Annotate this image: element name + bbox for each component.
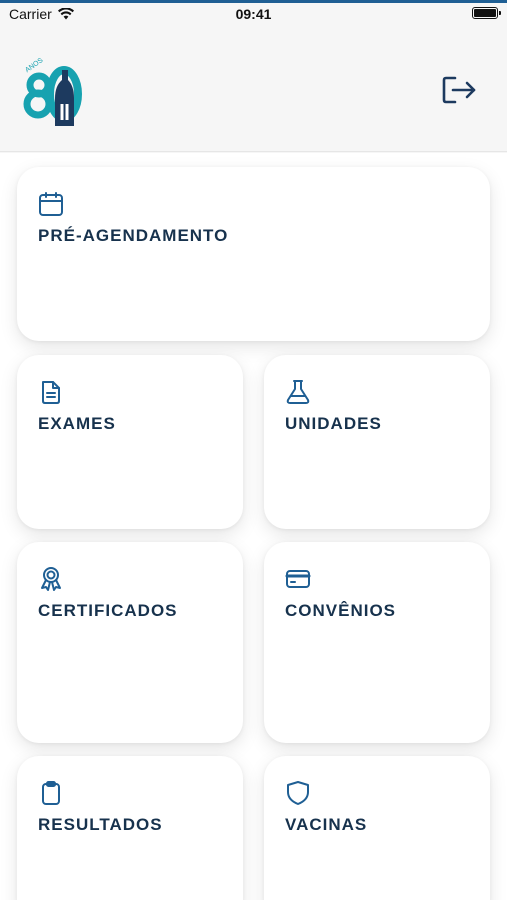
resultados-label: RESULTADOS (38, 815, 163, 834)
certificados-label: CERTIFICADOS (38, 601, 178, 620)
logo-anos-text: ANOS (24, 58, 45, 74)
clipboard-icon (42, 781, 60, 805)
battery-icon (472, 7, 501, 19)
exames-card[interactable]: EXAMES (17, 355, 243, 529)
calendar-icon (39, 192, 63, 216)
app-header: ANOS (0, 28, 507, 152)
convenios-card[interactable]: CONVÊNIOS (264, 542, 490, 743)
pre-agendamento-label: PRÉ-AGENDAMENTO (38, 226, 229, 245)
document-icon (42, 381, 60, 404)
convenios-label: CONVÊNIOS (285, 601, 397, 620)
vacinas-card[interactable]: VACINAS (264, 756, 490, 900)
resultados-card[interactable]: RESULTADOS (17, 756, 243, 900)
menu-grid: PRÉ-AGENDAMENTO EXAMES UNIDADES CERTIFIC… (0, 153, 507, 900)
credit-card-icon (285, 570, 311, 588)
pre-agendamento-card[interactable]: PRÉ-AGENDAMENTO (17, 167, 490, 341)
logo-80-anos: ANOS (23, 58, 82, 126)
logout-icon[interactable] (441, 74, 477, 106)
certificados-card[interactable]: CERTIFICADOS (17, 542, 243, 743)
flask-icon (286, 380, 310, 404)
award-icon (41, 567, 61, 591)
exames-label: EXAMES (38, 414, 116, 433)
status-time: 09:41 (235, 6, 272, 22)
status-bar-accent-line (0, 0, 507, 3)
unidades-label: UNIDADES (285, 414, 382, 433)
unidades-card[interactable]: UNIDADES (264, 355, 490, 529)
vacinas-label: VACINAS (285, 815, 368, 834)
status-bar: Carrier 09:41 (0, 0, 507, 28)
shield-icon (287, 781, 309, 805)
